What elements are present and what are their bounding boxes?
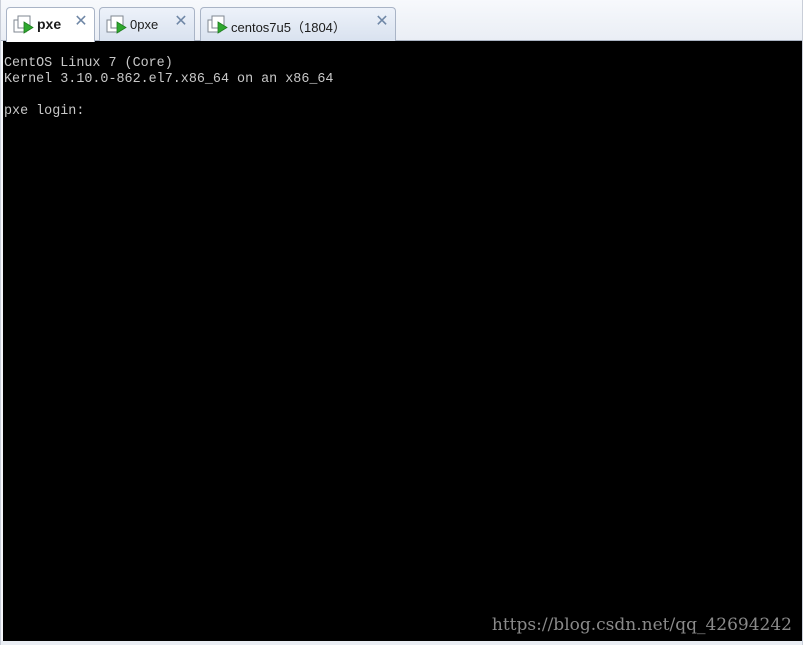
console-line: Kernel 3.10.0-862.el7.x86_64 on an x86_6…	[4, 72, 334, 87]
tab-bar: pxe ✕ 0pxe ✕ centos7u5（1804） ✕	[1, 0, 802, 42]
tab-label: pxe	[37, 16, 62, 32]
tab-label: 0pxe	[130, 17, 159, 32]
tab-centos7u5[interactable]: centos7u5（1804） ✕	[200, 7, 396, 41]
close-icon[interactable]: ✕	[173, 14, 189, 30]
vm-play-icon	[13, 15, 34, 34]
vm-play-icon	[106, 15, 127, 34]
tab-pxe[interactable]: pxe ✕	[6, 7, 95, 42]
vm-window: pxe ✕ 0pxe ✕ centos7u5（1804） ✕ CentOS Li…	[0, 0, 803, 645]
close-icon[interactable]: ✕	[73, 14, 89, 30]
window-bottom-edge	[1, 641, 802, 645]
watermark: https://blog.csdn.net/qq_42694242	[491, 615, 792, 635]
tab-0pxe[interactable]: 0pxe ✕	[99, 7, 195, 41]
vm-console-screen[interactable]: CentOS Linux 7 (Core) Kernel 3.10.0-862.…	[3, 41, 802, 641]
console-login-prompt: pxe login:	[4, 104, 85, 119]
close-icon[interactable]: ✕	[374, 14, 390, 30]
console-line: CentOS Linux 7 (Core)	[4, 56, 173, 71]
vm-play-icon	[207, 15, 228, 34]
tab-label: centos7u5（1804）	[231, 20, 346, 35]
